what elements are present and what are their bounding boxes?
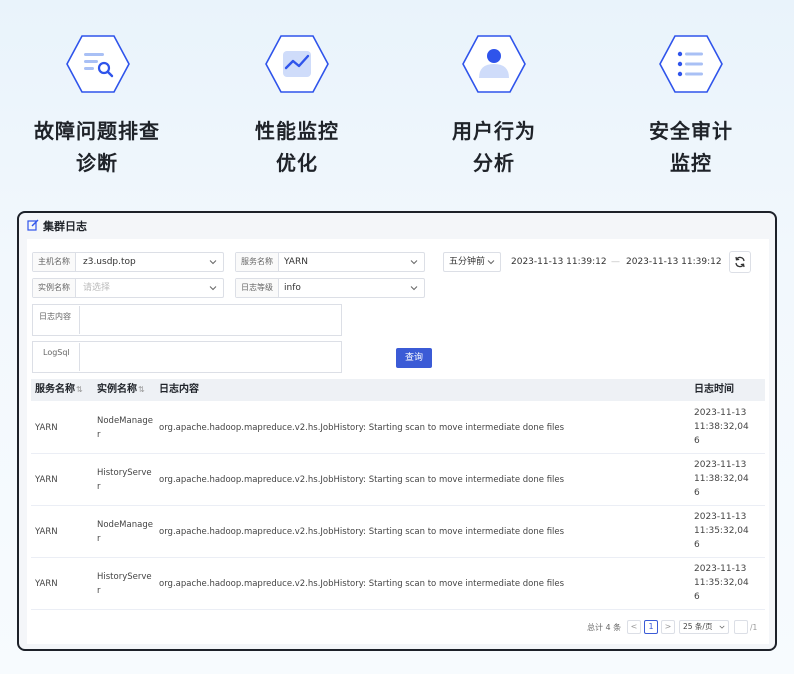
feature-label: 用户行为 分析 [452, 119, 536, 175]
pagination-total: 总计 4 条 [587, 623, 622, 632]
refresh-icon [735, 256, 745, 268]
query-button[interactable]: 查询 [396, 348, 432, 368]
edit-icon [27, 219, 39, 231]
panel-title: 集群日志 [43, 220, 87, 233]
page-number-1[interactable]: 1 [644, 620, 658, 634]
chevron-down-icon [487, 260, 495, 265]
logsql-area: LogSql [32, 341, 342, 373]
user-icon [461, 34, 527, 94]
chevron-down-icon [209, 260, 217, 265]
table-row: YARN NodeManager org.apache.hadoop.mapre… [31, 506, 765, 558]
log-level-label: 日志等级 [236, 279, 279, 297]
list-icon [658, 34, 724, 94]
logsql-input[interactable] [80, 343, 340, 371]
chevron-down-icon [410, 260, 418, 265]
row-instance: HistoryServer [97, 572, 152, 596]
chevron-down-icon [719, 625, 725, 629]
row-content: org.apache.hadoop.mapreduce.v2.hs.JobHis… [159, 423, 565, 433]
table-row: YARN NodeManager org.apache.hadoop.mapre… [31, 402, 765, 454]
instance-placeholder: 请选择 [83, 283, 111, 293]
row-service: YARN [35, 475, 58, 485]
row-instance: NodeManager [97, 416, 153, 440]
feature-label: 安全审计 监控 [649, 119, 733, 175]
log-content-area: 日志内容 [32, 304, 342, 336]
sort-icon[interactable]: ⇅ [138, 385, 145, 394]
table-row: YARN HistoryServer org.apache.hadoop.map… [31, 454, 765, 506]
trend-chart-icon [264, 34, 330, 94]
service-value: YARN [284, 257, 308, 267]
log-content-box [79, 306, 340, 334]
log-search-icon [65, 34, 131, 94]
table-row: YARN HistoryServer org.apache.hadoop.map… [31, 558, 765, 610]
row-time: 2023-11-13 11:38:32,046 [694, 460, 749, 498]
feature-label: 故障问题排查 诊断 [34, 119, 160, 175]
header-instance[interactable]: 实例名称⇅ [97, 379, 145, 401]
prev-page-button[interactable]: < [627, 620, 641, 634]
page-size-select[interactable]: 25 条/页 [679, 620, 729, 634]
row-content: org.apache.hadoop.mapreduce.v2.hs.JobHis… [159, 475, 565, 485]
end-time[interactable]: 2023-11-13 11:39:12 [626, 252, 722, 272]
row-time: 2023-11-13 11:35:32,046 [694, 512, 749, 550]
start-time[interactable]: 2023-11-13 11:39:12 [511, 252, 607, 272]
row-time: 2023-11-13 11:35:32,046 [694, 564, 749, 602]
table-header: 服务名称⇅ 实例名称⇅ 日志内容 日志时间 [31, 379, 765, 401]
logsql-label: LogSql [43, 348, 70, 357]
log-content-input[interactable] [80, 306, 340, 334]
chevron-down-icon [410, 286, 418, 291]
host-select[interactable]: 主机名称 z3.usdp.top [32, 252, 224, 272]
page-jump-input[interactable] [734, 620, 748, 634]
host-label: 主机名称 [33, 253, 76, 271]
row-instance: HistoryServer [97, 468, 152, 492]
row-service: YARN [35, 579, 58, 589]
host-value: z3.usdp.top [83, 257, 136, 267]
chevron-down-icon [209, 286, 217, 291]
log-level-select[interactable]: 日志等级 info [235, 278, 425, 298]
logsql-box [79, 343, 340, 371]
refresh-button[interactable] [729, 251, 751, 273]
row-service: YARN [35, 423, 58, 433]
sort-icon[interactable]: ⇅ [76, 385, 83, 394]
header-content: 日志内容 [159, 384, 199, 395]
row-content: org.apache.hadoop.mapreduce.v2.hs.JobHis… [159, 527, 565, 537]
log-content-label: 日志内容 [39, 312, 71, 321]
cluster-log-panel: 集群日志 主机名称 z3.usdp.top 服务名称 YARN 五分钟前 202… [17, 211, 777, 651]
header-service[interactable]: 服务名称⇅ [35, 379, 83, 401]
service-label: 服务名称 [236, 253, 279, 271]
log-card: 主机名称 z3.usdp.top 服务名称 YARN 五分钟前 2023-11-… [27, 239, 769, 644]
page-jump-label: /1 [750, 623, 758, 632]
feature-row: 故障问题排查 诊断 性能监控 优化 用户行为 分析 安全审计 监控 [0, 0, 794, 200]
feature-label: 性能监控 优化 [255, 119, 339, 175]
page-size-value: 25 条/页 [683, 622, 713, 631]
time-separator: — [611, 257, 620, 267]
panel-header: 集群日志 [19, 213, 775, 237]
row-service: YARN [35, 527, 58, 537]
instance-select[interactable]: 实例名称 请选择 [32, 278, 224, 298]
row-time: 2023-11-13 11:38:32,046 [694, 408, 749, 446]
service-select[interactable]: 服务名称 YARN [235, 252, 425, 272]
row-instance: NodeManager [97, 520, 153, 544]
log-level-value: info [284, 283, 301, 293]
time-range-value: 五分钟前 [449, 257, 486, 267]
row-content: org.apache.hadoop.mapreduce.v2.hs.JobHis… [159, 579, 565, 589]
instance-label: 实例名称 [33, 279, 76, 297]
header-time: 日志时间 [694, 384, 734, 395]
next-page-button[interactable]: > [661, 620, 675, 634]
time-range-select[interactable]: 五分钟前 [443, 252, 501, 272]
